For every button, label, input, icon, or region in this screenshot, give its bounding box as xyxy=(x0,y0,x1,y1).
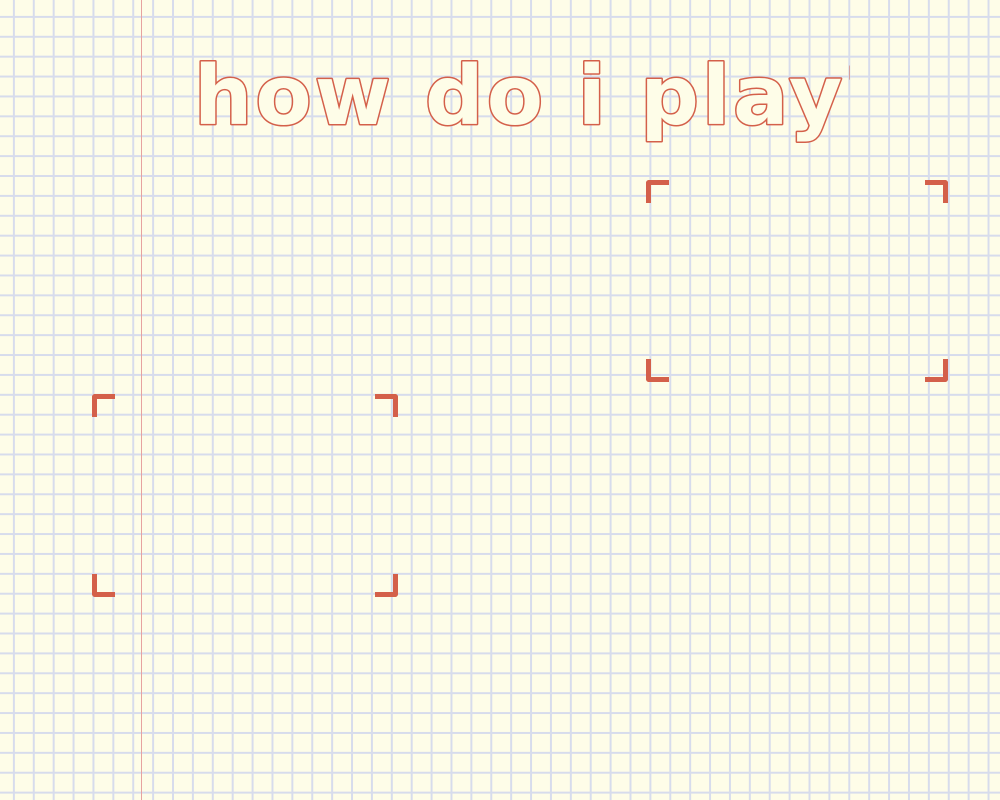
left-frame xyxy=(92,394,398,597)
frame-corner-top-right xyxy=(375,394,398,417)
frame-corner-top-left xyxy=(92,394,115,417)
frame-corner-bottom-left xyxy=(92,574,115,597)
page-title-svg: how do i play? xyxy=(193,48,851,146)
right-frame xyxy=(646,180,948,382)
frame-corner-bottom-right xyxy=(375,574,398,597)
frame-corner-bottom-right xyxy=(925,359,948,382)
page-title: how do i play? xyxy=(190,40,851,150)
frame-corner-top-left xyxy=(646,180,669,203)
frame-corner-top-right xyxy=(925,180,948,203)
page-title-text: how do i play? xyxy=(194,49,850,144)
frame-corner-bottom-left xyxy=(646,359,669,382)
